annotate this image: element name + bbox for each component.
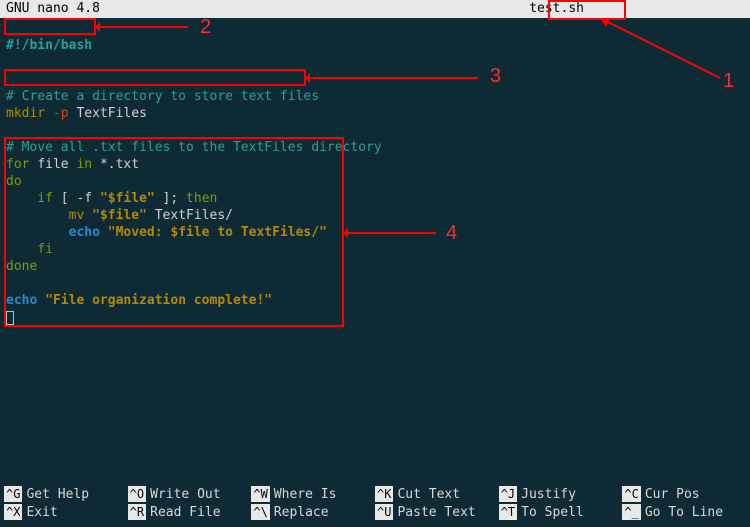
- help-read-file[interactable]: ^RRead File: [128, 503, 252, 521]
- help-where-is[interactable]: ^WWhere Is: [251, 485, 375, 503]
- help-bar: ^GGet Help ^OWrite Out ^WWhere Is ^KCut …: [0, 485, 750, 521]
- help-exit[interactable]: ^XExit: [4, 503, 128, 521]
- help-justify[interactable]: ^JJustify: [499, 485, 623, 503]
- help-cut-text[interactable]: ^KCut Text: [375, 485, 499, 503]
- comment-create-dir: # Create a directory to store text files: [6, 89, 319, 104]
- cmd-mkdir: mkdir: [6, 106, 45, 121]
- app-name: GNU nano 4.8: [6, 0, 100, 18]
- nano-titlebar: GNU nano 4.8 test.sh: [0, 0, 750, 18]
- editor-area[interactable]: #!/bin/bash # Create a directory to stor…: [0, 18, 750, 326]
- help-replace[interactable]: ^\Replace: [251, 503, 375, 521]
- shebang-line: #!/bin/bash: [6, 38, 92, 53]
- comment-move-txt: # Move all .txt files to the TextFiles d…: [6, 140, 382, 155]
- help-get-help[interactable]: ^GGet Help: [4, 485, 128, 503]
- cursor: [6, 311, 14, 325]
- help-paste-text[interactable]: ^UPaste Text: [375, 503, 499, 521]
- help-cur-pos[interactable]: ^CCur Pos: [622, 485, 746, 503]
- help-to-spell[interactable]: ^TTo Spell: [499, 503, 623, 521]
- help-go-to-line[interactable]: ^_Go To Line: [622, 503, 746, 521]
- help-write-out[interactable]: ^OWrite Out: [128, 485, 252, 503]
- file-name: test.sh: [529, 0, 744, 18]
